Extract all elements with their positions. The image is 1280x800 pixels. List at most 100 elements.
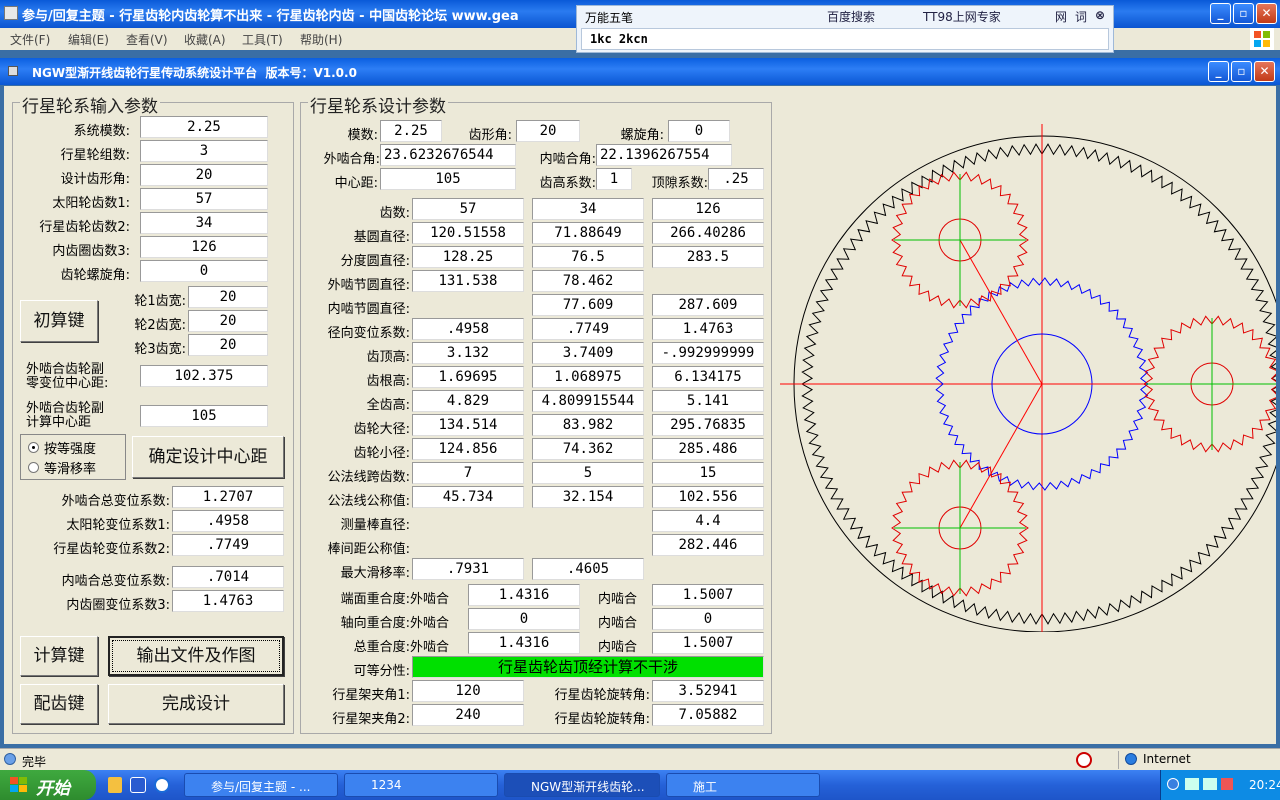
int-shift-coef-field[interactable]: .7014 [172,566,284,588]
face-width-field[interactable]: 20 [188,310,268,332]
design-value-gear3[interactable]: 4.4 [652,510,764,532]
design-value-gear1[interactable]: 128.25 [412,246,524,268]
input-param-field[interactable]: 2.25 [140,116,268,138]
design-value-gear1[interactable]: .4958 [412,318,524,340]
design-value-gear3[interactable]: 15 [652,462,764,484]
design-value-gear3[interactable]: 102.556 [652,486,764,508]
input-param-field[interactable]: 34 [140,212,268,234]
design-value-gear2[interactable]: 74.362 [532,438,644,460]
design-value-gear3[interactable]: 282.446 [652,534,764,556]
design-value-gear2[interactable]: 1.068975 [532,366,644,388]
face-width-field[interactable]: 20 [188,334,268,356]
app-maximize-button[interactable]: ▫ [1231,61,1252,82]
task-construction[interactable]: 施工 [666,773,820,797]
int-mesh-angle-field[interactable]: 22.1396267554 [596,144,732,166]
ext-mesh-angle-field[interactable]: 23.6232676544 [380,144,516,166]
ext-contact-field[interactable]: 1.4316 [468,584,580,606]
design-value-gear1[interactable]: 131.538 [412,270,524,292]
int-contact-field[interactable]: 1.5007 [652,584,764,606]
center-distance-field[interactable]: 105 [380,168,516,190]
minimize-button[interactable]: _ [1210,3,1231,24]
app-close-button[interactable]: ✕ [1254,61,1275,82]
input-param-field[interactable]: 57 [140,188,268,210]
design-value-gear2[interactable]: .4605 [532,558,644,580]
menu-favorites[interactable]: 收藏(A) [184,31,226,48]
input-param-field[interactable]: 0 [140,260,268,282]
shift-coef-field[interactable]: .7749 [172,534,284,556]
ime-name[interactable]: 万能五笔 [585,9,633,26]
task-browser[interactable]: 参与/回复主题 - ... [184,773,338,797]
int-contact-field[interactable]: 1.5007 [652,632,764,654]
close-button[interactable]: ✕ [1256,3,1277,24]
design-value-gear2[interactable]: 34 [532,198,644,220]
design-value-gear1[interactable]: .7931 [412,558,524,580]
menu-edit[interactable]: 编辑(E) [68,31,109,48]
maximize-button[interactable]: ▫ [1233,3,1254,24]
design-value-gear2[interactable]: .7749 [532,318,644,340]
equal-strength-radio[interactable] [28,442,39,453]
pressure-angle-field[interactable]: 20 [516,120,580,142]
ext-contact-field[interactable]: 1.4316 [468,632,580,654]
ext-contact-field[interactable]: 0 [468,608,580,630]
zero-center-field[interactable]: 102.375 [140,365,268,387]
carrier-angle-field[interactable]: 240 [412,704,524,726]
blocked-popup-icon[interactable] [1076,752,1092,768]
quicklaunch-icon-1[interactable] [108,777,122,793]
menu-help[interactable]: 帮助(H) [300,31,342,48]
design-value-gear1[interactable]: 1.69695 [412,366,524,388]
design-value-gear3[interactable]: 285.486 [652,438,764,460]
design-value-gear3[interactable]: 287.609 [652,294,764,316]
input-param-field[interactable]: 20 [140,164,268,186]
design-value-gear1[interactable]: 134.514 [412,414,524,436]
calculate-button[interactable]: 计算键 [20,636,98,676]
design-value-gear1[interactable]: 3.132 [412,342,524,364]
addendum-coef-field[interactable]: 1 [596,168,632,190]
design-value-gear1[interactable]: 124.856 [412,438,524,460]
design-value-gear3[interactable]: -.992999999 [652,342,764,364]
design-value-gear1[interactable]: 7 [412,462,524,484]
design-value-gear1[interactable]: 57 [412,198,524,220]
export-drawing-button[interactable]: 输出文件及作图 [108,636,284,676]
design-value-gear3[interactable]: 6.134175 [652,366,764,388]
match-teeth-button[interactable]: 配齿键 [20,684,98,724]
design-value-gear3[interactable]: 1.4763 [652,318,764,340]
carrier-angle-field[interactable]: 120 [412,680,524,702]
int-shift-coef-field[interactable]: 1.4763 [172,590,284,612]
design-value-gear2[interactable]: 32.154 [532,486,644,508]
planet-rotation-field[interactable]: 3.52941 [652,680,764,702]
init-calc-button[interactable]: 初算键 [20,300,98,342]
app-minimize-button[interactable]: _ [1208,61,1229,82]
face-width-field[interactable]: 20 [188,286,268,308]
ie-quicklaunch-icon[interactable] [154,777,170,793]
design-value-gear2[interactable]: 71.88649 [532,222,644,244]
input-param-field[interactable]: 3 [140,140,268,162]
menu-file[interactable]: 文件(F) [10,31,50,48]
network-icon-2[interactable] [1203,778,1217,790]
design-value-gear3[interactable]: 283.5 [652,246,764,268]
design-value-gear2[interactable]: 77.609 [532,294,644,316]
planet-rotation-field[interactable]: 7.05882 [652,704,764,726]
input-param-field[interactable]: 126 [140,236,268,258]
design-value-gear2[interactable]: 78.462 [532,270,644,292]
design-value-gear3[interactable]: 126 [652,198,764,220]
ime-input[interactable]: 1kc 2kcn [581,28,1109,50]
module-field[interactable]: 2.25 [380,120,442,142]
ime-close-icon[interactable]: ⊗ [1095,8,1105,22]
design-value-gear3[interactable]: 295.76835 [652,414,764,436]
design-value-gear2[interactable]: 3.7409 [532,342,644,364]
tray-expand-icon[interactable] [1167,778,1179,790]
shift-coef-field[interactable]: 1.2707 [172,486,284,508]
shift-coef-field[interactable]: .4958 [172,510,284,532]
design-value-gear2[interactable]: 83.982 [532,414,644,436]
ime-web-button[interactable]: 网 [1055,8,1067,25]
tt98-link[interactable]: TT98上网专家 [923,8,1001,25]
quicklaunch-icon-2[interactable] [130,777,146,793]
start-button[interactable]: 开始 [0,770,96,800]
clearance-coef-field[interactable]: .25 [708,168,764,190]
ime-word-button[interactable]: 词 [1075,8,1087,25]
helix-angle-field[interactable]: 0 [668,120,730,142]
calc-center-field[interactable]: 105 [140,405,268,427]
design-value-gear2[interactable]: 4.809915544 [532,390,644,412]
design-value-gear1[interactable]: 45.734 [412,486,524,508]
design-value-gear2[interactable]: 76.5 [532,246,644,268]
